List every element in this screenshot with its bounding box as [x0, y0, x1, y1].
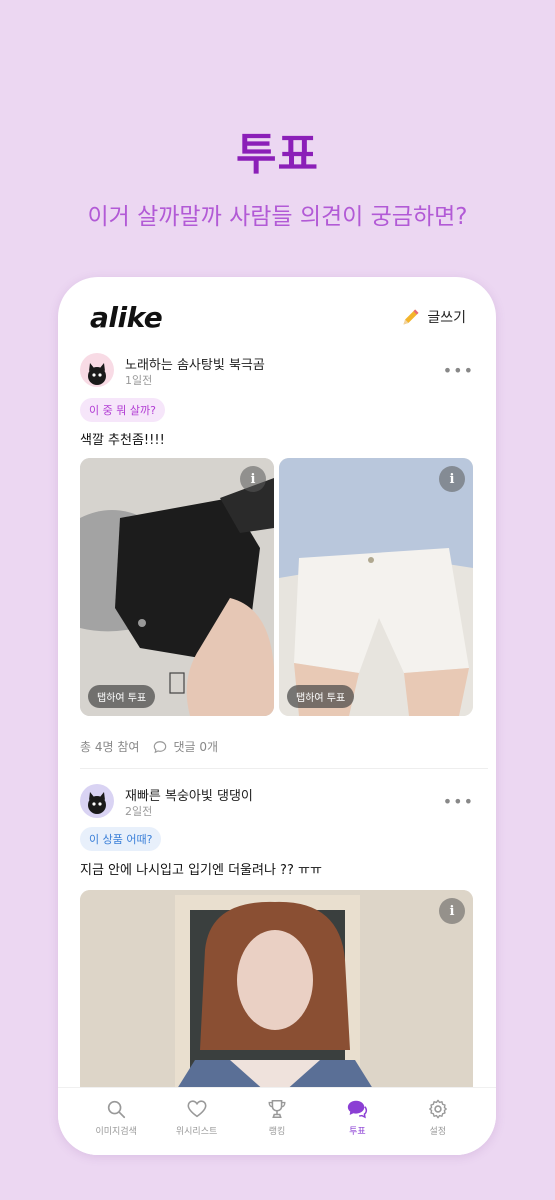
nav-item-settings[interactable]: 설정 [403, 1088, 473, 1155]
post-caption: 지금 안에 나시입고 입기엔 더울려나 ?? ㅠㅠ [80, 863, 322, 878]
trophy-icon [268, 1099, 286, 1119]
participants-count: 총 4명 참여 [80, 740, 140, 754]
app-logo: alike [90, 301, 163, 334]
nav-item-wishlist[interactable]: 위시리스트 [162, 1088, 232, 1155]
post-header: 재빠른 복숭아빛 댕댕이 2일전 ••• [80, 784, 474, 824]
product-image[interactable]: i [80, 890, 473, 1100]
nav-label: 이미지검색 [95, 1127, 137, 1137]
app-header: alike 글쓰기 [58, 277, 496, 349]
post-header: 노래하는 솜사탕빛 북극곰 1일전 ••• [80, 353, 474, 393]
info-icon[interactable]: i [240, 466, 266, 492]
author-name[interactable]: 노래하는 솜사탕빛 북극곰 [125, 354, 265, 373]
white-shorts-image [279, 458, 473, 716]
vote-option-image[interactable]: i 탭하여 투표 [80, 458, 274, 716]
more-options-icon[interactable]: ••• [443, 361, 474, 380]
info-icon[interactable]: i [439, 466, 465, 492]
cat-icon [88, 363, 106, 385]
nav-label: 랭킹 [268, 1127, 286, 1137]
author-name[interactable]: 재빠른 복숭아빛 댕댕이 [125, 785, 253, 804]
nav-label: 투표 [349, 1127, 366, 1137]
gear-icon [428, 1099, 447, 1119]
black-shorts-image [80, 458, 274, 716]
post-time: 2일전 [125, 805, 153, 818]
info-icon[interactable]: i [439, 898, 465, 924]
tap-to-vote-button[interactable]: 탭하여 투표 [287, 685, 355, 708]
more-options-icon[interactable]: ••• [443, 792, 474, 811]
heart-icon [187, 1100, 207, 1118]
bottom-nav: 이미지검색 위시리스트 랭킹 투표 설정 [58, 1087, 496, 1155]
nav-label: 설정 [429, 1127, 447, 1137]
chat-bubbles-icon [348, 1100, 368, 1119]
portrait-photo [80, 890, 473, 1100]
write-button-label: 글쓰기 [427, 310, 466, 326]
nav-item-image-search[interactable]: 이미지검색 [81, 1088, 151, 1155]
phone-frame: alike 글쓰기 노래하는 솜사탕빛 북극곰 1일전 ••• 이 중 뭐 살까… [58, 277, 496, 1155]
post-tag: 이 중 뭐 살까? [80, 398, 165, 422]
write-button[interactable]: 글쓰기 [401, 307, 466, 327]
nav-item-ranking[interactable]: 랭킹 [242, 1088, 312, 1155]
post-stats: 총 4명 참여 댓글 0개 [80, 738, 218, 755]
search-icon [108, 1100, 126, 1119]
vote-option-image[interactable]: i 탭하여 투표 [279, 458, 473, 716]
avatar[interactable] [80, 784, 114, 818]
cat-icon [88, 792, 106, 814]
post-divider [80, 768, 488, 769]
comments-count[interactable]: 댓글 0개 [173, 738, 218, 755]
post-time: 1일전 [125, 374, 153, 387]
nav-item-vote[interactable]: 투표 [322, 1088, 392, 1155]
nav-label: 위시리스트 [175, 1127, 218, 1137]
pencil-icon [403, 309, 419, 325]
avatar[interactable] [80, 353, 114, 387]
tap-to-vote-button[interactable]: 탭하여 투표 [88, 685, 156, 708]
comment-icon [154, 740, 167, 753]
post-tag: 이 상품 어때? [80, 827, 162, 851]
hero-title: 투표 [236, 129, 319, 180]
post-caption: 색깔 추천좀!!!! [80, 433, 165, 448]
hero-subtitle: 이거 살까말까 사람들 의견이 궁금하면? [87, 204, 468, 230]
